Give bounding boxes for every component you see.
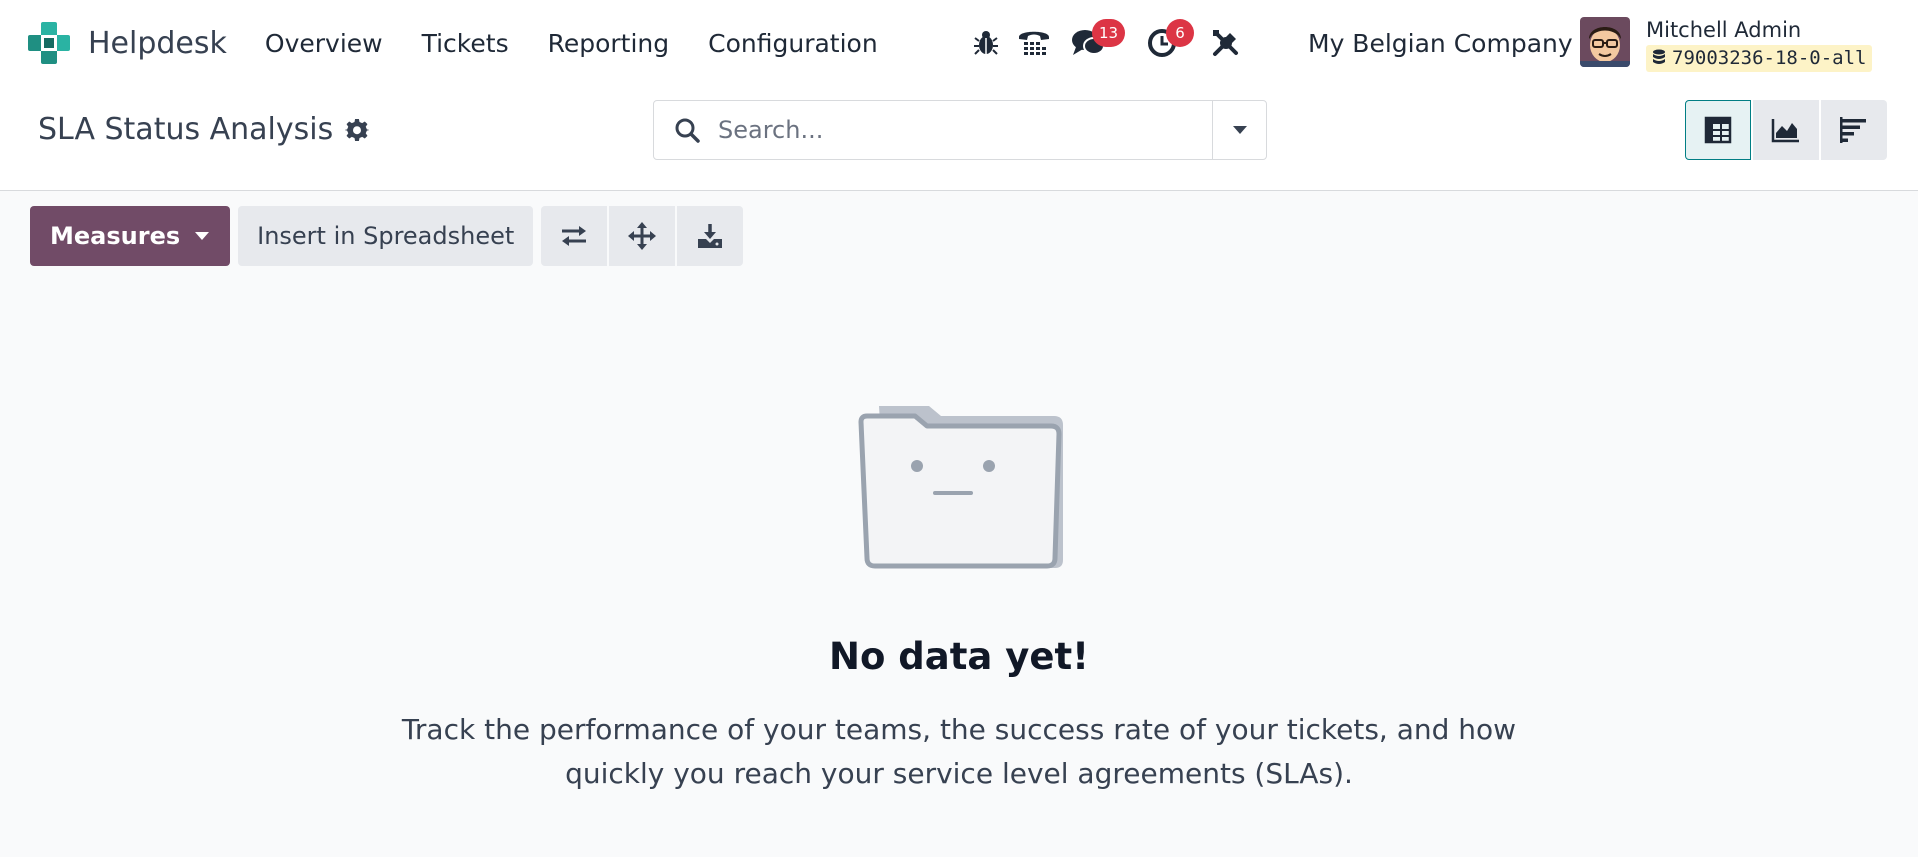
view-switcher bbox=[1685, 100, 1887, 160]
phone-icon bbox=[1019, 31, 1049, 55]
pivot-view-icon bbox=[1704, 116, 1732, 144]
user-menu[interactable]: Mitchell Admin 79003236-18-0-all bbox=[1580, 17, 1873, 72]
list-view-button[interactable] bbox=[1821, 100, 1887, 160]
user-avatar-icon bbox=[1580, 17, 1630, 67]
menu-tickets[interactable]: Tickets bbox=[422, 29, 509, 58]
tools-icon bbox=[1213, 30, 1238, 56]
systray: 13 6 bbox=[966, 0, 1244, 86]
search-bar bbox=[653, 100, 1267, 160]
app-name: Helpdesk bbox=[88, 25, 227, 61]
helpdesk-logo-icon bbox=[28, 22, 70, 64]
flip-axis-icon bbox=[562, 226, 587, 246]
bug-icon bbox=[974, 31, 998, 55]
pivot-view-button[interactable] bbox=[1685, 100, 1751, 160]
search-input[interactable] bbox=[716, 115, 1196, 145]
company-switcher[interactable]: My Belgian Company bbox=[1308, 0, 1573, 86]
graph-view-button[interactable] bbox=[1753, 100, 1819, 160]
messages-count-badge: 13 bbox=[1092, 19, 1126, 47]
menu-overview[interactable]: Overview bbox=[265, 29, 383, 58]
empty-folder-icon bbox=[858, 406, 1063, 569]
caret-down-icon bbox=[194, 231, 210, 241]
download-icon bbox=[698, 224, 723, 248]
control-panel: SLA Status Analysis bbox=[0, 86, 1918, 191]
database-icon bbox=[1653, 49, 1665, 64]
settings-tools-button[interactable] bbox=[1208, 0, 1244, 86]
page-title: SLA Status Analysis bbox=[38, 112, 334, 147]
pivot-toolbar: Measures Insert in Spreadsheet bbox=[30, 206, 744, 266]
insert-in-spreadsheet-button[interactable]: Insert in Spreadsheet bbox=[238, 206, 534, 266]
action-settings-button[interactable] bbox=[345, 118, 370, 142]
menu-reporting[interactable]: Reporting bbox=[548, 29, 670, 58]
activities-button[interactable]: 6 bbox=[1144, 0, 1194, 86]
search-icon bbox=[674, 117, 700, 143]
expand-all-icon bbox=[628, 222, 657, 250]
user-info: Mitchell Admin 79003236-18-0-all bbox=[1646, 17, 1873, 72]
menu-configuration[interactable]: Configuration bbox=[708, 29, 878, 58]
debug-button[interactable] bbox=[966, 0, 1006, 86]
database-badge: 79003236-18-0-all bbox=[1646, 45, 1873, 72]
gear-icon bbox=[345, 118, 370, 141]
empty-state-title: No data yet! bbox=[828, 635, 1090, 678]
flip-axis-button[interactable] bbox=[541, 206, 608, 266]
measures-label: Measures bbox=[50, 222, 181, 250]
voip-button[interactable] bbox=[1016, 0, 1052, 86]
empty-state: No data yet! Track the performance of yo… bbox=[0, 400, 1918, 796]
database-name: 79003236-18-0-all bbox=[1672, 47, 1867, 69]
breadcrumb: SLA Status Analysis bbox=[38, 112, 370, 147]
download-button[interactable] bbox=[677, 206, 744, 266]
expand-all-button[interactable] bbox=[609, 206, 676, 266]
list-view-icon bbox=[1840, 117, 1866, 143]
graph-view-icon bbox=[1771, 119, 1799, 143]
activities-count-badge: 6 bbox=[1166, 19, 1194, 47]
pivot-actions bbox=[541, 206, 744, 266]
top-navbar: Helpdesk Overview Tickets Reporting Conf… bbox=[0, 0, 1918, 86]
main-menu: Overview Tickets Reporting Configuration bbox=[265, 29, 917, 58]
user-name: Mitchell Admin bbox=[1646, 18, 1802, 42]
search-options-toggle[interactable] bbox=[1212, 101, 1266, 159]
caret-down-icon bbox=[1232, 126, 1247, 134]
measures-button[interactable]: Measures bbox=[30, 206, 231, 266]
empty-state-text: Track the performance of your teams, the… bbox=[401, 713, 1517, 790]
messaging-button[interactable]: 13 bbox=[1070, 0, 1126, 86]
app-brand[interactable]: Helpdesk bbox=[28, 0, 227, 86]
avatar bbox=[1580, 17, 1630, 67]
